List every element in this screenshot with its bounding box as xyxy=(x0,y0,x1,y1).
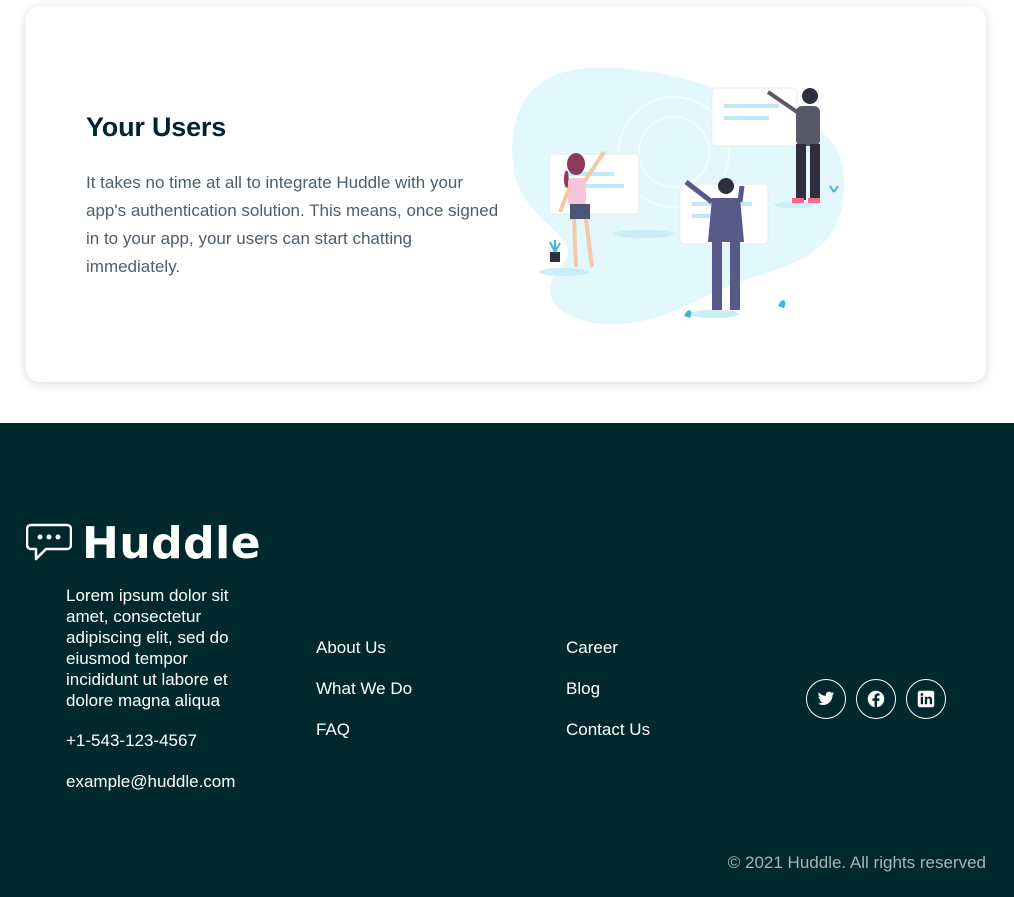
linkedin-icon xyxy=(917,690,935,708)
footer-link-blog[interactable]: Blog xyxy=(566,678,650,719)
footer-link-contact-us[interactable]: Contact Us xyxy=(566,719,650,760)
twitter-button[interactable] xyxy=(806,679,846,719)
footer-logo[interactable]: Huddle xyxy=(26,517,262,569)
social-links xyxy=(806,679,946,719)
site-footer: Huddle Lorem ipsum dolor sit amet, conse… xyxy=(0,423,1014,897)
chat-bubble-icon xyxy=(26,523,72,561)
facebook-icon xyxy=(867,690,885,708)
brand-name: Huddle xyxy=(82,517,262,569)
footer-phone[interactable]: +1-543-123-4567 xyxy=(66,731,197,751)
footer-link-faq[interactable]: FAQ xyxy=(316,719,412,760)
linkedin-button[interactable] xyxy=(906,679,946,719)
feature-title: Your Users xyxy=(86,112,227,142)
footer-link-what-we-do[interactable]: What We Do xyxy=(316,678,412,719)
footer-link-career[interactable]: Career xyxy=(566,637,650,678)
footer-email[interactable]: example@huddle.com xyxy=(66,772,235,792)
footer-links-primary: About Us What We Do FAQ xyxy=(316,637,412,760)
copyright-text: © 2021 Huddle. All rights reserved xyxy=(727,853,986,872)
footer-link-about-us[interactable]: About Us xyxy=(316,637,412,678)
facebook-button[interactable] xyxy=(856,679,896,719)
footer-description: Lorem ipsum dolor sit amet, consectetur … xyxy=(66,586,229,710)
users-illustration xyxy=(512,67,845,325)
footer-links-secondary: Career Blog Contact Us xyxy=(566,637,650,760)
feature-card: Your Users It takes no time at all to in… xyxy=(26,6,986,382)
feature-description: It takes no time at all to integrate Hud… xyxy=(86,173,499,276)
twitter-icon xyxy=(817,691,835,706)
